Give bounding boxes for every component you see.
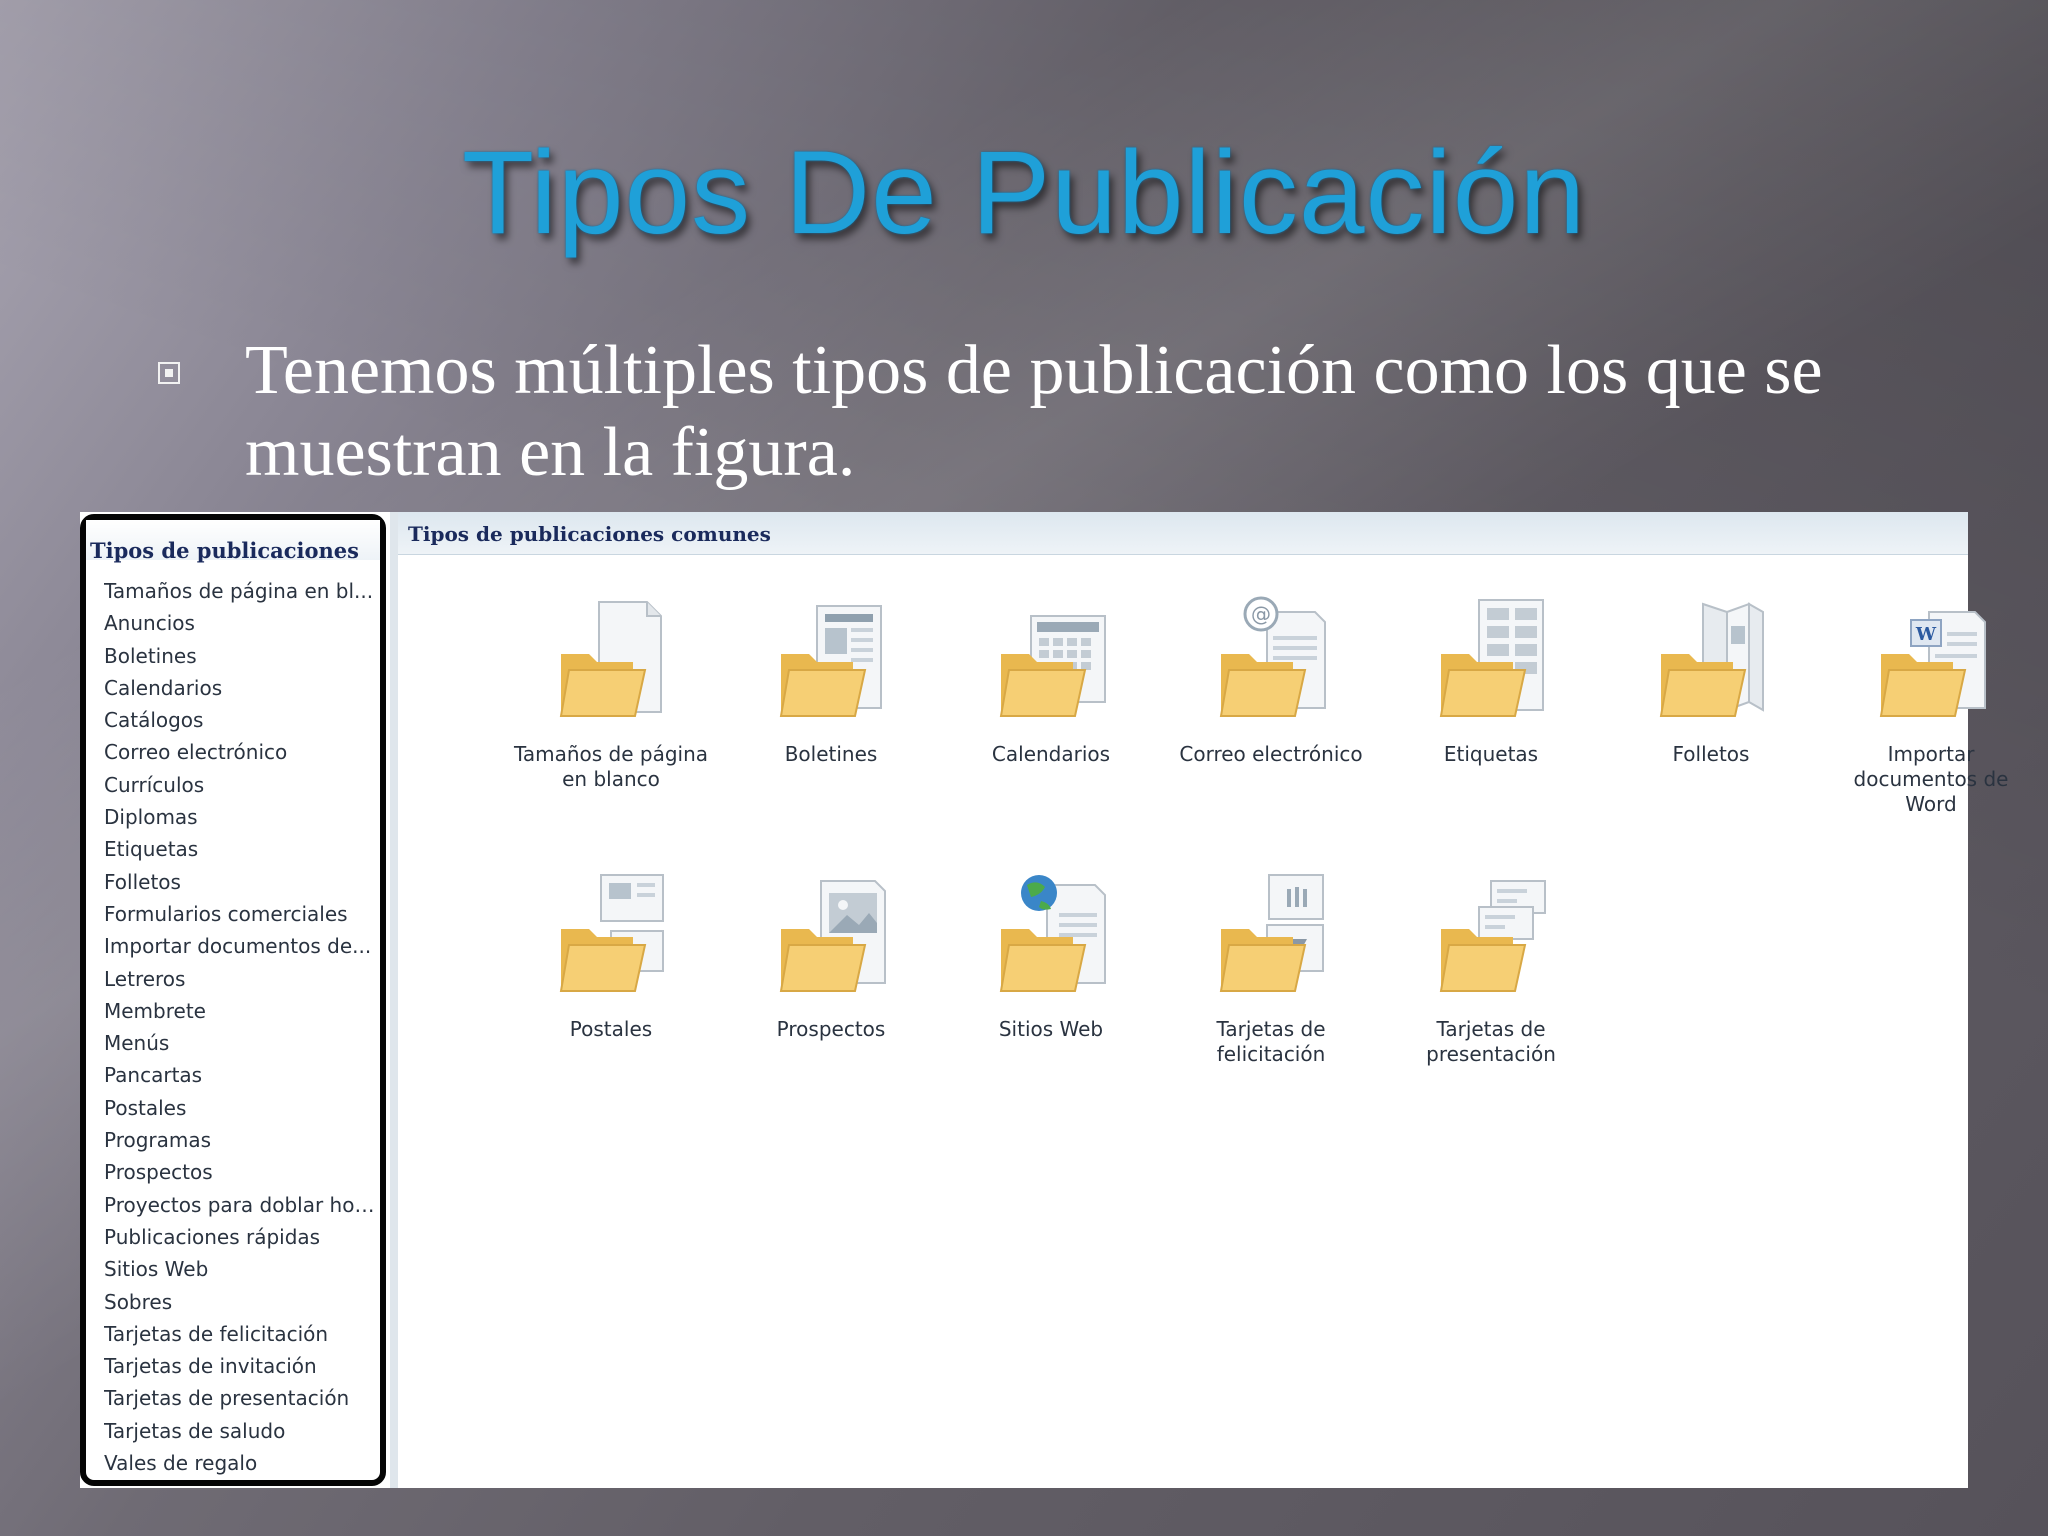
business-card-folder-icon: [1439, 880, 1546, 992]
pane-divider[interactable]: [390, 512, 398, 1488]
tile-label: Etiquetas: [1443, 742, 1539, 766]
slide-title: Tipos De Publicación: [461, 127, 1587, 259]
svg-text:@: @: [1251, 602, 1271, 626]
sidebar-item[interactable]: Anuncios: [104, 607, 376, 639]
email-folder-icon: @: [1219, 596, 1326, 717]
calendar-folder-icon: [999, 615, 1106, 717]
tile-label: Prospectos: [776, 1017, 886, 1041]
labels-folder-icon: [1439, 599, 1544, 717]
tile-newsletters[interactable]: Boletines: [726, 592, 936, 767]
import-word-folder-icon: W: [1879, 611, 1986, 717]
tile-email[interactable]: @ Correo electrónico: [1166, 592, 1376, 767]
main-header-title: Tipos de publicaciones comunes: [408, 522, 771, 546]
sidebar-item[interactable]: Pancartas: [104, 1059, 376, 1091]
sidebar-item[interactable]: Tarjetas de presentación: [104, 1382, 376, 1414]
tile-label: Tarjetas de felicitación: [1216, 1017, 1326, 1066]
main-header: Tipos de publicaciones comunes: [398, 512, 1968, 555]
tile-label: Tarjetas de presentación: [1426, 1017, 1556, 1066]
tile-blank-page-sizes[interactable]: Tamaños de página en blanco: [506, 592, 716, 792]
flyer-folder-icon: [779, 880, 886, 992]
sidebar-item[interactable]: Sobres: [104, 1286, 376, 1318]
sidebar-item[interactable]: Menús: [104, 1027, 376, 1059]
publication-types-sidebar: Tipos de publicaciones Tamaños de página…: [80, 514, 386, 1486]
sidebar-item[interactable]: Importar documentos de...: [104, 930, 376, 962]
sidebar-item[interactable]: Correo electrónico: [104, 736, 376, 768]
sidebar-item[interactable]: Letreros: [104, 963, 376, 995]
website-folder-icon: [999, 875, 1106, 992]
postcard-folder-icon: [559, 874, 664, 992]
tile-brochures[interactable]: Folletos: [1606, 592, 1816, 767]
sidebar-item[interactable]: Prospectos: [104, 1156, 376, 1188]
bullet-text: Tenemos múltiples tipos de publicación c…: [245, 332, 1823, 491]
sidebar-list: Tamaños de página en bl... Anuncios Bole…: [104, 575, 376, 1479]
sidebar-item[interactable]: Publicaciones rápidas: [104, 1221, 376, 1253]
tile-label: Calendarios: [991, 742, 1111, 766]
publisher-screenshot: Tipos de publicaciones Tamaños de página…: [80, 512, 2008, 1488]
sidebar-item[interactable]: Folletos: [104, 866, 376, 898]
sidebar-item[interactable]: Membrete: [104, 995, 376, 1027]
tile-label: Boletines: [784, 742, 878, 766]
tile-websites[interactable]: Sitios Web: [946, 867, 1156, 1042]
sidebar-item[interactable]: Proyectos para doblar hojas: [104, 1189, 376, 1221]
brochure-folder-icon: [1659, 602, 1764, 717]
tile-greeting-cards[interactable]: Tarjetas de felicitación: [1166, 867, 1376, 1067]
tile-business-cards[interactable]: Tarjetas de presentación: [1386, 867, 1596, 1067]
bullet-square-icon: [158, 362, 180, 384]
sidebar-item[interactable]: Formularios comerciales: [104, 898, 376, 930]
sidebar-item[interactable]: Tarjetas de felicitación: [104, 1318, 376, 1350]
sidebar-item[interactable]: Tarjetas de saludo: [104, 1415, 376, 1447]
common-publications-pane: Tipos de publicaciones comunes Tamaños d…: [398, 512, 2008, 1488]
tile-flyers[interactable]: Prospectos: [726, 867, 936, 1042]
svg-text:W: W: [1915, 624, 1937, 645]
tile-label: Tamaños de página en blanco: [513, 742, 709, 791]
tile-label: Correo electrónico: [1179, 742, 1363, 766]
blank-page-folder-icon: [559, 601, 662, 717]
sidebar-item[interactable]: Postales: [104, 1092, 376, 1124]
greeting-card-folder-icon: [1219, 874, 1324, 992]
tile-import-word[interactable]: W Importar documentos de Word: [1826, 592, 2036, 817]
sidebar-item[interactable]: Boletines: [104, 640, 376, 672]
sidebar-item[interactable]: Catálogos: [104, 704, 376, 736]
tile-postcards[interactable]: Postales: [506, 867, 716, 1042]
sidebar-item[interactable]: Programas: [104, 1124, 376, 1156]
sidebar-item[interactable]: Etiquetas: [104, 833, 376, 865]
tile-calendars[interactable]: Calendarios: [946, 592, 1156, 767]
tile-label: Postales: [569, 1017, 653, 1041]
sidebar-item[interactable]: Currículos: [104, 769, 376, 801]
sidebar-title: Tipos de publicaciones: [90, 538, 359, 563]
tile-label: Sitios Web: [998, 1017, 1104, 1041]
sidebar-item[interactable]: Calendarios: [104, 672, 376, 704]
tile-label: Importar documentos de Word: [1853, 742, 2009, 816]
sidebar-item[interactable]: Vales de regalo: [104, 1447, 376, 1479]
sidebar-item[interactable]: Sitios Web: [104, 1253, 376, 1285]
sidebar-item[interactable]: Tamaños de página en bl...: [104, 575, 376, 607]
newsletter-folder-icon: [779, 605, 882, 717]
tile-labels[interactable]: Etiquetas: [1386, 592, 1596, 767]
tile-label: Folletos: [1672, 742, 1750, 766]
sidebar-item[interactable]: Diplomas: [104, 801, 376, 833]
sidebar-item[interactable]: Tarjetas de invitación: [104, 1350, 376, 1382]
